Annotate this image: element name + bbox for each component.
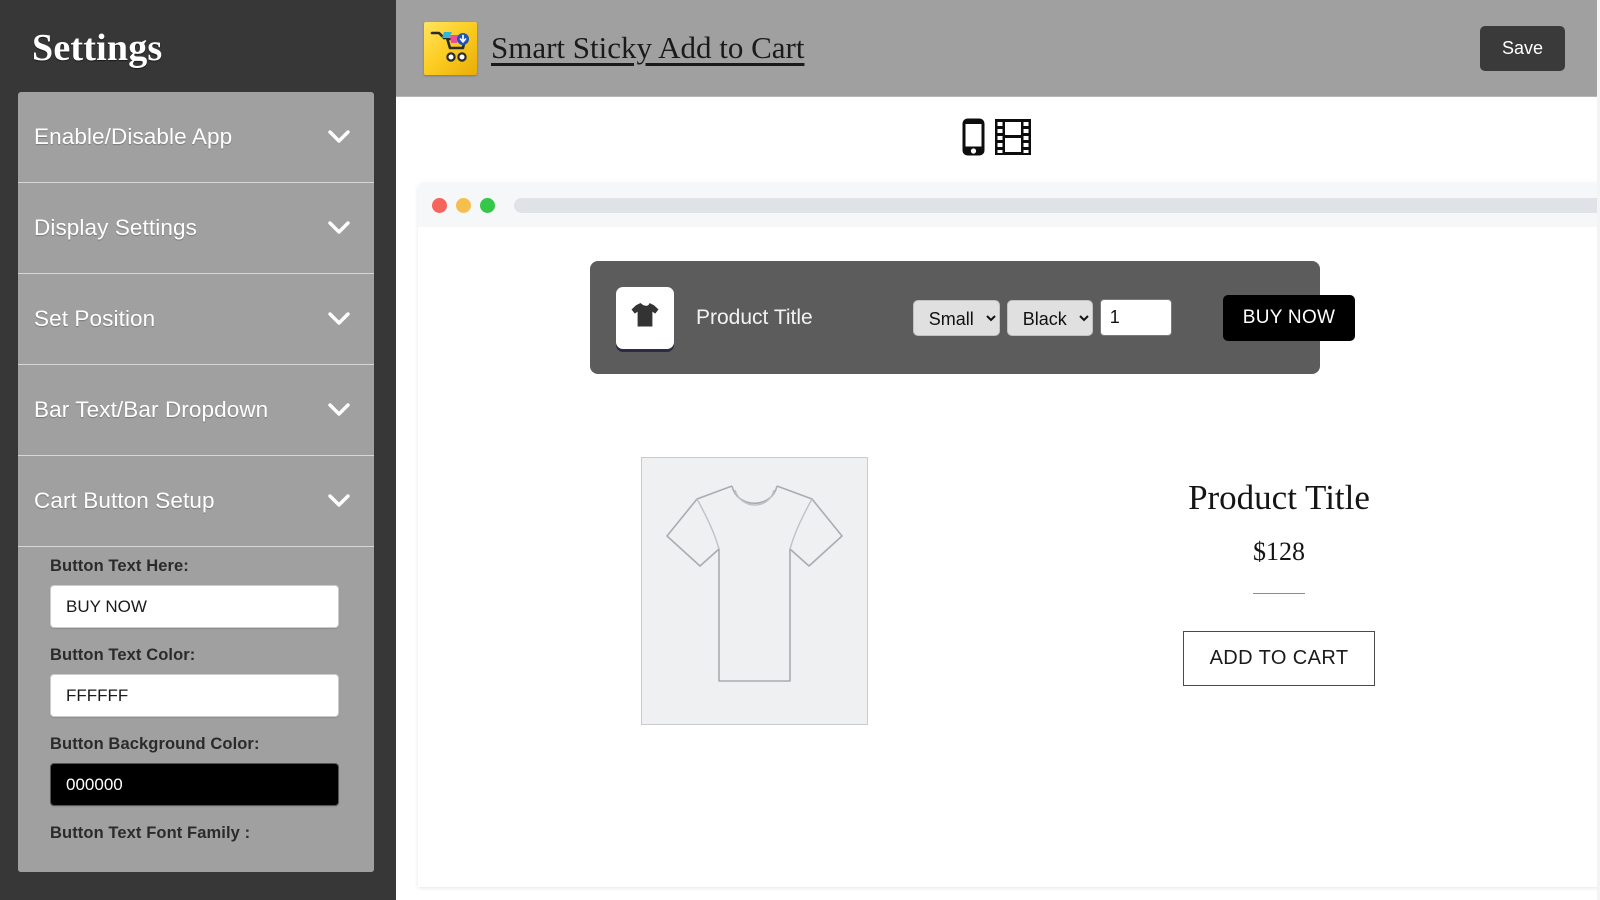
sidebar-item-label: Bar Text/Bar Dropdown: [34, 397, 328, 423]
sidebar-item-enable-disable-app[interactable]: Enable/Disable App: [18, 92, 374, 183]
sidebar-item-bar-text-bar-dropdown[interactable]: Bar Text/Bar Dropdown: [18, 365, 374, 456]
app-header: Smart Sticky Add to Cart Save: [396, 0, 1597, 97]
divider: [1253, 593, 1305, 594]
product-price: $128: [1114, 537, 1444, 567]
sidebar-item-label: Cart Button Setup: [34, 488, 328, 514]
preview-canvas: Product Title Small Black BUY NOW: [418, 227, 1600, 887]
settings-sidebar: Settings Enable/Disable App Display Sett…: [0, 0, 396, 900]
sticky-bar-product-title: Product Title: [696, 306, 813, 330]
size-select[interactable]: Small: [913, 300, 1000, 336]
button-text-label: Button Text Here:: [50, 557, 356, 576]
shopping-cart-logo-icon: [424, 22, 477, 75]
browser-chrome-bar: [418, 183, 1600, 227]
product-title: Product Title: [1114, 479, 1444, 518]
button-text-font-family-label: Button Text Font Family :: [50, 824, 356, 843]
button-background-color-input[interactable]: [50, 763, 339, 806]
button-text-input[interactable]: [50, 585, 339, 628]
chevron-down-icon[interactable]: [328, 403, 350, 417]
page-title: Settings: [0, 0, 396, 70]
quantity-stepper[interactable]: [1100, 299, 1172, 336]
device-switcher: [396, 115, 1597, 159]
mobile-phone-icon: [961, 145, 986, 160]
button-text-color-input[interactable]: [50, 674, 339, 717]
main-content: Smart Sticky Add to Cart Save: [396, 0, 1600, 900]
chevron-down-icon[interactable]: [328, 221, 350, 235]
sidebar-item-label: Set Position: [34, 306, 328, 332]
app-title: Smart Sticky Add to Cart: [491, 30, 804, 66]
sidebar-item-label: Display Settings: [34, 215, 328, 241]
settings-accordion: Enable/Disable App Display Settings Set …: [18, 92, 374, 872]
add-to-cart-button[interactable]: ADD TO CART: [1183, 631, 1376, 686]
cart-button-setup-panel: Button Text Here: Button Text Color: But…: [18, 547, 374, 872]
brand-link[interactable]: Smart Sticky Add to Cart: [424, 22, 804, 75]
traffic-light-maximize-icon[interactable]: [480, 198, 495, 213]
desktop-preview-button[interactable]: [992, 115, 1034, 159]
button-text-color-label: Button Text Color:: [50, 646, 356, 665]
chevron-down-icon[interactable]: [328, 494, 350, 508]
sidebar-item-display-settings[interactable]: Display Settings: [18, 183, 374, 274]
filmstrip-desktop-icon: [994, 145, 1032, 160]
tshirt-icon: [630, 301, 660, 334]
sticky-add-to-cart-bar: Product Title Small Black BUY NOW: [590, 261, 1320, 374]
save-button[interactable]: Save: [1480, 26, 1565, 71]
tshirt-outline-icon: [657, 476, 852, 706]
traffic-light-close-icon[interactable]: [432, 198, 447, 213]
chevron-down-icon[interactable]: [328, 130, 350, 144]
sidebar-item-set-position[interactable]: Set Position: [18, 274, 374, 365]
browser-preview: Product Title Small Black BUY NOW: [418, 183, 1600, 887]
product-info: Product Title $128 ADD TO CART: [1114, 457, 1444, 725]
sticky-bar-product-thumbnail: [616, 287, 674, 349]
traffic-light-minimize-icon[interactable]: [456, 198, 471, 213]
mobile-preview-button[interactable]: [959, 115, 988, 159]
product-image: [641, 457, 868, 725]
sidebar-item-label: Enable/Disable App: [34, 124, 328, 150]
chevron-down-icon[interactable]: [328, 312, 350, 326]
color-select[interactable]: Black: [1007, 300, 1093, 336]
browser-address-bar[interactable]: [514, 198, 1600, 213]
app-root: Settings Enable/Disable App Display Sett…: [0, 0, 1600, 900]
sticky-bar-controls: Small Black BUY NOW: [913, 295, 1356, 341]
button-background-color-label: Button Background Color:: [50, 735, 356, 754]
sticky-bar-buy-now-button[interactable]: BUY NOW: [1223, 295, 1356, 341]
sidebar-item-cart-button-setup[interactable]: Cart Button Setup: [18, 456, 374, 547]
product-detail: Product Title $128 ADD TO CART: [418, 457, 1600, 725]
